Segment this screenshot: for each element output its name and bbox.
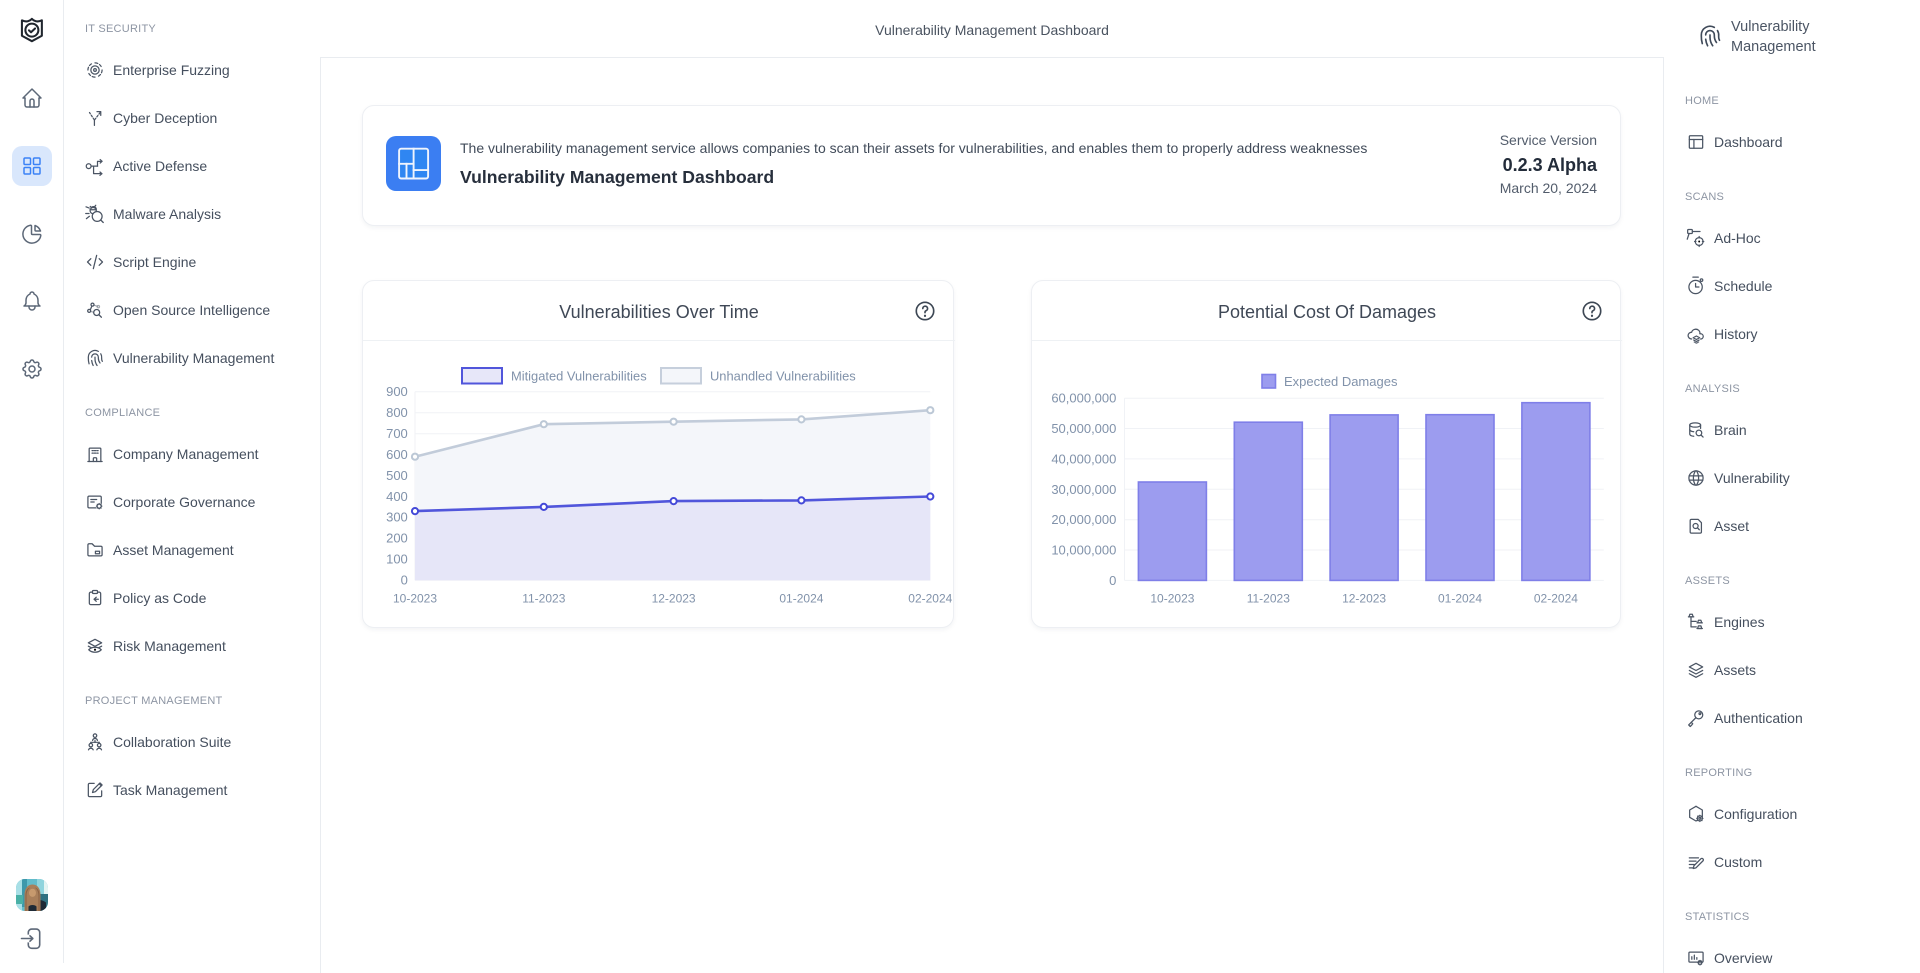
svg-text:Mitigated Vulnerabilities: Mitigated Vulnerabilities [511, 369, 647, 384]
svg-text:400: 400 [386, 489, 408, 504]
svg-text:02-2024: 02-2024 [908, 592, 952, 606]
svg-text:02-2024: 02-2024 [1534, 592, 1578, 606]
svg-text:11-2023: 11-2023 [1247, 592, 1290, 606]
svg-text:10-2023: 10-2023 [393, 592, 437, 606]
svg-text:50,000,000: 50,000,000 [1051, 421, 1116, 436]
svg-text:300: 300 [386, 510, 408, 525]
svg-text:800: 800 [386, 405, 408, 420]
svg-text:12-2023: 12-2023 [652, 592, 696, 606]
svg-text:40,000,000: 40,000,000 [1051, 451, 1116, 466]
svg-text:10,000,000: 10,000,000 [1051, 543, 1116, 558]
svg-text:01-2024: 01-2024 [779, 592, 823, 606]
svg-text:700: 700 [386, 426, 408, 441]
svg-text:0: 0 [1109, 573, 1116, 588]
svg-text:30,000,000: 30,000,000 [1051, 482, 1116, 497]
svg-text:0: 0 [401, 573, 408, 588]
svg-text:01-2024: 01-2024 [1438, 592, 1482, 606]
svg-text:10-2023: 10-2023 [1150, 592, 1194, 606]
svg-text:12-2023: 12-2023 [1342, 592, 1386, 606]
svg-text:11-2023: 11-2023 [522, 592, 565, 606]
svg-text:200: 200 [386, 531, 408, 546]
svg-text:900: 900 [386, 384, 408, 399]
svg-text:60,000,000: 60,000,000 [1051, 391, 1116, 406]
svg-text:Expected Damages: Expected Damages [1284, 374, 1398, 389]
svg-text:Unhandled Vulnerabilities: Unhandled Vulnerabilities [710, 369, 856, 384]
svg-text:20,000,000: 20,000,000 [1051, 512, 1116, 527]
svg-text:600: 600 [386, 447, 408, 462]
svg-text:500: 500 [386, 468, 408, 483]
svg-text:100: 100 [386, 552, 408, 567]
